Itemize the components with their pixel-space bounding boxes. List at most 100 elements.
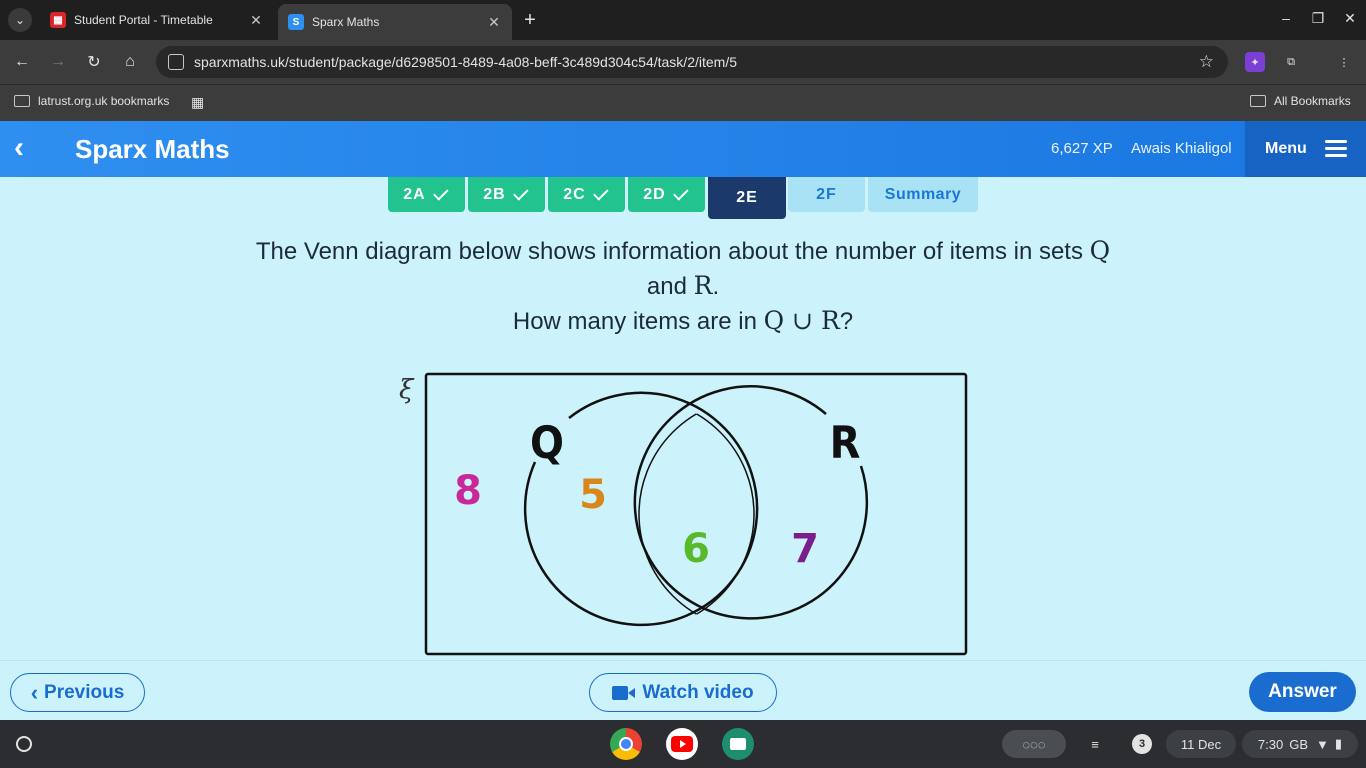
tab-student-portal[interactable]: ▦ Student Portal - Timetable ✕ <box>40 4 274 36</box>
check-icon <box>672 184 689 201</box>
answer-button[interactable]: Answer <box>1249 672 1356 712</box>
browser-toolbar: ← → ↻ ⌂ sparxmaths.uk/student/package/d6… <box>0 40 1366 84</box>
home-icon[interactable]: ⌂ <box>118 50 142 74</box>
question-punct: . <box>712 273 720 300</box>
question-footer: ‹ Previous Watch video Answer <box>0 660 1366 720</box>
extensions-icon[interactable]: ⧉ <box>1281 52 1301 72</box>
notification-count: 3 <box>1138 738 1146 750</box>
watch-video-button[interactable]: Watch video <box>589 673 777 712</box>
set-q-label: Q <box>530 418 564 470</box>
question-line-3: How many items are in Q ∪ R? <box>0 306 1366 336</box>
value-intersection: 6 <box>682 526 710 572</box>
union-expression: Q ∪ R <box>763 306 840 335</box>
chevron-left-icon: ‹ <box>30 679 39 705</box>
question-line-2: and R. <box>0 271 1366 301</box>
task-tab-label: 2A <box>403 185 426 203</box>
minimize-icon[interactable]: – <box>1274 8 1298 28</box>
sparx-header: ‹ Sparx Maths 6,627 XP Awais Khialigol M… <box>0 121 1366 177</box>
task-tab-label: Summary <box>884 185 962 203</box>
folder-icon <box>14 95 30 107</box>
media-controls-icon[interactable]: ≡ <box>1082 730 1108 758</box>
launcher-icon[interactable] <box>16 736 32 752</box>
address-bar[interactable]: sparxmaths.uk/student/package/d6298501-8… <box>156 46 1228 78</box>
value-r-only: 7 <box>791 526 819 572</box>
time-text: 7:30 <box>1257 736 1284 752</box>
question-text: The Venn diagram below shows information… <box>255 238 1090 265</box>
os-shelf: ◌◌◌ ≡ 3 11 Dec 7:30 GB ▼ ▮ <box>0 720 1366 768</box>
value-q-only: 5 <box>579 472 607 518</box>
set-r-label: R <box>830 418 861 470</box>
user-name[interactable]: Awais Khialigol <box>1131 140 1232 157</box>
extension-puzzle-icon[interactable]: ✦ <box>1245 52 1265 72</box>
watch-video-label: Watch video <box>642 681 754 703</box>
chrome-app-icon[interactable] <box>610 728 642 760</box>
universal-set-symbol: ξ <box>399 375 415 405</box>
task-tab-2c[interactable]: 2C <box>548 177 625 212</box>
value-outside: 8 <box>454 468 482 514</box>
tab-title: Sparx Maths <box>312 15 380 29</box>
date-pill[interactable]: 11 Dec <box>1166 730 1236 758</box>
task-tab-summary[interactable]: Summary <box>868 177 978 212</box>
close-tab-icon[interactable]: ✕ <box>248 12 264 29</box>
video-camera-icon <box>612 685 636 700</box>
tab-search-icon[interactable]: ⌄ <box>8 8 32 32</box>
xp-count: 6,627 XP <box>1051 140 1113 157</box>
more-options-icon[interactable]: ⋮ <box>1334 52 1354 72</box>
bookmarks-bar: latrust.org.uk bookmarks ▦ All Bookmarks <box>0 84 1366 121</box>
date-text: 11 Dec <box>1180 736 1222 752</box>
task-tab-label: 2D <box>643 185 666 203</box>
answer-label: Answer <box>1268 681 1337 702</box>
bookmark-latrust[interactable]: latrust.org.uk bookmarks <box>14 94 169 108</box>
site-info-icon[interactable] <box>168 54 184 70</box>
task-tab-2d[interactable]: 2D <box>628 177 705 212</box>
close-tab-icon[interactable]: ✕ <box>486 14 502 31</box>
wifi-icon: ▼ <box>1316 736 1329 752</box>
menu-label: Menu <box>1265 140 1307 157</box>
task-tab-2e[interactable]: 2E <box>708 177 786 219</box>
bookmark-all[interactable]: All Bookmarks <box>1250 94 1351 108</box>
task-tab-2a[interactable]: 2A <box>388 177 465 212</box>
battery-icon: ▮ <box>1334 736 1343 751</box>
question-text: How many items are in <box>512 308 764 335</box>
apps-grid-icon[interactable]: ▦ <box>191 94 204 111</box>
browser-tab-strip: ⌄ ▦ Student Portal - Timetable ✕ S Sparx… <box>0 0 1366 40</box>
question-line-1: The Venn diagram below shows information… <box>0 236 1366 266</box>
back-chevron-icon[interactable]: ‹ <box>14 133 44 165</box>
network-text: GB <box>1289 736 1309 752</box>
forward-icon[interactable]: → <box>46 50 70 74</box>
set-r-symbol: R <box>693 271 713 300</box>
task-tab-2f[interactable]: 2F <box>788 177 865 212</box>
task-tab-label: 2B <box>483 185 506 203</box>
sparx-favicon-icon: S <box>288 14 304 30</box>
hamburger-icon <box>1324 140 1347 158</box>
bookmark-star-icon[interactable]: ☆ <box>1199 52 1214 72</box>
reload-icon[interactable]: ↻ <box>82 50 106 74</box>
task-tab-2b[interactable]: 2B <box>468 177 545 212</box>
notification-badge[interactable]: 3 <box>1132 734 1152 754</box>
student-portal-favicon-icon: ▦ <box>50 12 66 28</box>
previous-label: Previous <box>44 681 125 703</box>
menu-button[interactable]: Menu <box>1245 121 1366 177</box>
task-tab-label: 2F <box>816 185 837 203</box>
check-icon <box>432 184 449 201</box>
new-tab-icon[interactable]: + <box>518 8 542 32</box>
close-window-icon[interactable]: ✕ <box>1338 8 1362 28</box>
task-tab-label: 2C <box>563 185 586 203</box>
restore-icon[interactable]: ❐ <box>1306 8 1330 28</box>
tote-icon[interactable]: ◌◌◌ <box>1002 730 1066 758</box>
youtube-app-icon[interactable] <box>666 728 698 760</box>
classroom-app-icon[interactable] <box>722 728 754 760</box>
tab-sparx-maths[interactable]: S Sparx Maths ✕ <box>278 4 512 40</box>
back-icon[interactable]: ← <box>10 50 34 74</box>
previous-button[interactable]: ‹ Previous <box>10 673 145 712</box>
check-icon <box>592 184 609 201</box>
tab-title: Student Portal - Timetable <box>74 13 213 27</box>
status-tray[interactable]: 7:30 GB ▼ ▮ <box>1242 730 1358 758</box>
url-text: sparxmaths.uk/student/package/d6298501-8… <box>194 54 737 70</box>
bookmark-label: latrust.org.uk bookmarks <box>38 94 170 108</box>
bookmark-label: All Bookmarks <box>1274 94 1351 108</box>
set-q-symbol: Q <box>1089 236 1111 265</box>
brand-title: Sparx Maths <box>75 134 230 164</box>
question-punct: ? <box>839 308 854 335</box>
venn-diagram: ξ Q R 8 5 6 7 <box>399 372 968 656</box>
